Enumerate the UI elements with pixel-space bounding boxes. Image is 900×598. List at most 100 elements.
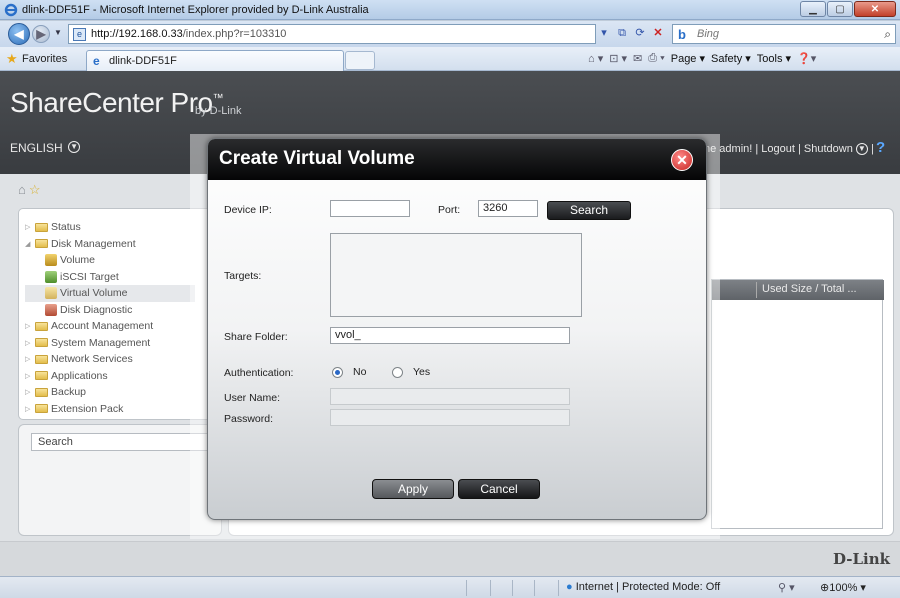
favorite-star-icon[interactable]: ☆: [29, 182, 41, 198]
new-tab-button[interactable]: [345, 51, 375, 70]
bing-logo-icon: b: [678, 27, 686, 42]
stop-icon[interactable]: ✕: [650, 25, 666, 41]
auth-yes-radio[interactable]: Yes: [392, 366, 430, 378]
create-virtual-volume-dialog: Create Virtual Volume ✕ Device IP: Port:…: [207, 138, 707, 520]
folder-icon: [35, 371, 48, 381]
virtual-volume-icon: [45, 287, 57, 300]
tab-title: dlink-DDF51F: [109, 55, 177, 67]
cancel-button[interactable]: Cancel: [458, 479, 540, 499]
folder-icon: [35, 404, 48, 414]
user-name-label: User Name:: [224, 392, 281, 404]
folder-icon: [35, 387, 48, 397]
disk-diagnostic-icon: [45, 303, 57, 316]
column-header[interactable]: Used Size / Total ...: [712, 280, 884, 300]
device-ip-input[interactable]: [330, 200, 410, 217]
maximize-button[interactable]: ▢: [827, 1, 853, 17]
address-input[interactable]: e http://192.168.0.33/index.php?r=103310: [68, 24, 596, 44]
dialog-header: Create Virtual Volume ✕: [208, 139, 706, 180]
home-icon[interactable]: ⌂ ▾: [588, 52, 603, 65]
tree-item-account-management[interactable]: ▷ Account Management: [25, 318, 195, 335]
product-logo: ShareCenter Pro™: [10, 87, 224, 118]
tree-item-status[interactable]: ▷ Status: [25, 219, 195, 236]
minimize-button[interactable]: ▁: [800, 1, 826, 17]
volume-table: Used Size / Total ...: [711, 279, 884, 529]
safety-menu[interactable]: Safety ▾: [711, 52, 751, 65]
help-icon[interactable]: ?: [876, 139, 885, 156]
tree-item-iscsi-target[interactable]: iSCSI Target: [25, 269, 195, 286]
tab-ie-icon: e: [93, 54, 100, 68]
user-name-input[interactable]: [330, 388, 570, 405]
iscsi-icon: [45, 270, 57, 283]
sidebar-search-input[interactable]: Search: [31, 433, 211, 451]
targets-label: Targets:: [224, 270, 262, 282]
brand-by-text: by D-Link: [195, 105, 242, 117]
feeds-icon[interactable]: ⊡ ▾: [609, 52, 627, 65]
dialog-title: Create Virtual Volume: [219, 148, 415, 169]
ie-logo-icon: [4, 3, 18, 17]
folder-icon: [35, 222, 48, 232]
folder-icon: [35, 338, 48, 348]
favorites-bar: ★ Favorites e dlink-DDF51F ⌂ ▾ ⊡ ▾ ✉ ⎙ ▾…: [0, 47, 900, 71]
navigation-tree: ▷ Status ◢ Disk Management Volume iSCSI Ta…: [18, 208, 214, 420]
tree-item-virtual-volume[interactable]: Virtual Volume: [25, 285, 195, 302]
shutdown-chevron-icon: ▼: [855, 143, 868, 155]
search-placeholder: Bing: [697, 28, 720, 40]
refresh-icon[interactable]: ⟳: [632, 25, 648, 41]
protected-mode-icon[interactable]: ⚲ ▾: [778, 581, 795, 594]
window-close-button[interactable]: ✕: [854, 1, 896, 17]
tree-item-disk-diagnostic[interactable]: Disk Diagnostic: [25, 302, 195, 319]
password-input[interactable]: [330, 409, 570, 426]
share-folder-label: Share Folder:: [224, 331, 288, 343]
security-zone[interactable]: ● Internet | Protected Mode: Off: [566, 581, 720, 593]
tree-item-system-management[interactable]: ▷ System Management: [25, 335, 195, 352]
favorites-star-icon[interactable]: ★: [6, 51, 18, 67]
command-bar: ⌂ ▾ ⊡ ▾ ✉ ⎙ ▾ Page ▾ Safety ▾ Tools ▾ ❓▾: [588, 52, 816, 65]
globe-icon: ●: [566, 581, 573, 593]
dlink-logo: D-Link: [832, 550, 890, 568]
tree-item-backup[interactable]: ▷ Backup: [25, 384, 195, 401]
chevron-down-icon: ▼: [68, 141, 81, 153]
tools-menu[interactable]: Tools ▾: [757, 52, 791, 65]
status-bar: ● Internet | Protected Mode: Off ⚲ ▾ ⊕10…: [0, 576, 900, 598]
page-menu[interactable]: Page ▾: [671, 52, 705, 65]
tree-item-volume[interactable]: Volume: [25, 252, 195, 269]
compatibility-view-icon[interactable]: ⧉: [614, 25, 630, 41]
footer-bar: D-Link: [0, 541, 900, 576]
port-input[interactable]: 3260: [478, 200, 538, 217]
history-dropdown-icon[interactable]: ▼: [54, 28, 62, 37]
print-icon[interactable]: ⎙ ▾: [648, 52, 664, 65]
url-dropdown-icon[interactable]: ▾: [596, 25, 612, 41]
search-input[interactable]: b Bing ⌕: [672, 24, 896, 44]
radio-unselected-icon: [392, 366, 403, 378]
tree-item-network-services[interactable]: ▷ Network Services: [25, 351, 195, 368]
auth-no-radio[interactable]: No: [332, 366, 366, 378]
home-icon[interactable]: ⌂: [18, 182, 26, 198]
tree-item-extension-pack[interactable]: ▷ Extension Pack: [25, 401, 195, 418]
password-label: Password:: [224, 413, 274, 425]
back-arrow-icon[interactable]: ◀: [8, 23, 30, 45]
user-menu[interactable]: ne admin! | Logout | Shutdown ▼ |: [704, 143, 874, 155]
help-menu-icon[interactable]: ❓▾: [797, 52, 816, 65]
port-label: Port:: [438, 204, 461, 216]
forward-arrow-icon[interactable]: ▶: [32, 25, 50, 43]
device-ip-label: Device IP:: [224, 204, 272, 216]
folder-icon: [35, 321, 48, 331]
page-icon: e: [73, 28, 86, 41]
search-icon[interactable]: ⌕: [884, 27, 891, 42]
tree-item-applications[interactable]: ▷ Applications: [25, 368, 195, 385]
favorites-button[interactable]: Favorites: [22, 53, 67, 65]
mail-icon[interactable]: ✉: [633, 52, 642, 65]
window-title: dlink-DDF51F - Microsoft Internet Explor…: [22, 4, 369, 16]
share-folder-input[interactable]: vvol_: [330, 327, 570, 344]
authentication-label: Authentication:: [224, 367, 294, 379]
tree-item-disk-management[interactable]: ◢ Disk Management: [25, 236, 195, 253]
targets-list[interactable]: [330, 233, 582, 317]
zoom-level[interactable]: ⊕100% ▾: [820, 581, 866, 594]
radio-selected-icon: [332, 366, 343, 378]
url-text: http://192.168.0.33/index.php?r=103310: [91, 28, 287, 40]
apply-button[interactable]: Apply: [372, 479, 454, 499]
search-button[interactable]: Search: [547, 201, 631, 220]
close-icon[interactable]: ✕: [671, 149, 693, 171]
language-selector[interactable]: ENGLISH ▼: [10, 141, 81, 155]
browser-tab[interactable]: e dlink-DDF51F: [86, 50, 344, 71]
